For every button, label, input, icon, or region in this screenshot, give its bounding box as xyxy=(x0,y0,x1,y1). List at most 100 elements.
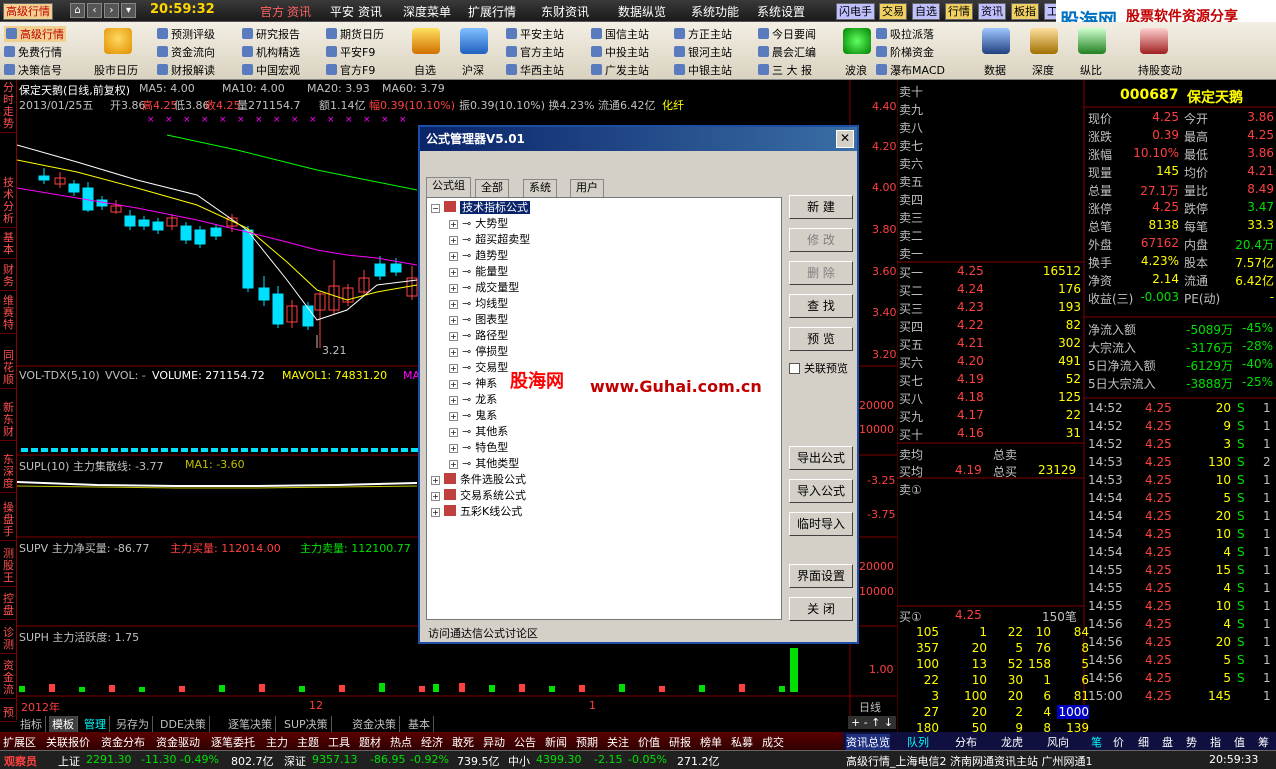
home-icon[interactable]: ⌂ xyxy=(70,3,85,18)
side-tab-2[interactable]: 基本 xyxy=(0,230,17,259)
indicator-tab-0[interactable]: 指标 xyxy=(17,716,46,732)
bottom-menu-3[interactable]: 资金驱动 xyxy=(156,734,200,750)
bottom-menu-18[interactable]: 研报 xyxy=(669,734,691,750)
expand-icon[interactable]: + xyxy=(449,364,458,373)
tree-item[interactable]: + ⊸ 均线型 xyxy=(449,296,508,311)
indicator-tab-1[interactable]: 模板 xyxy=(49,716,78,732)
tb-official-site[interactable]: 官方主站 xyxy=(506,44,564,60)
tb-compare[interactable]: 纵比 xyxy=(1080,62,1102,78)
bottom-menu-15[interactable]: 预期 xyxy=(576,734,598,750)
tb-huaxi-site[interactable]: 华西主站 xyxy=(506,62,564,78)
expand-icon[interactable]: + xyxy=(449,332,458,341)
tb-watchlist[interactable]: 自选 xyxy=(414,62,436,78)
tree-item[interactable]: + ⊸ 能量型 xyxy=(449,264,508,279)
tb-shsz[interactable]: 沪深 xyxy=(462,62,484,78)
expand-icon[interactable]: + xyxy=(449,428,458,437)
calendar-icon[interactable] xyxy=(104,28,132,54)
buy-level-label[interactable]: 买二 xyxy=(899,282,923,299)
sell-level-6[interactable]: 卖六 xyxy=(899,155,923,172)
tb-guoxin-site[interactable]: 国信主站 xyxy=(591,26,649,42)
tree-item[interactable]: + ⊸ 路径型 xyxy=(449,328,508,343)
expand-icon[interactable]: + xyxy=(449,284,458,293)
tab-shi[interactable]: 势 xyxy=(1186,734,1197,750)
expand-icon[interactable]: + xyxy=(449,348,458,357)
side-tab-7[interactable]: 东深度 xyxy=(0,452,17,493)
expand-icon[interactable]: + xyxy=(449,396,458,405)
tab-user[interactable]: 用户 xyxy=(570,179,604,197)
buy-level-label[interactable]: 买三 xyxy=(899,300,923,317)
day-line-label[interactable]: 日线 xyxy=(859,699,881,715)
edit-button[interactable]: 修 改 xyxy=(789,228,853,252)
expand-icon[interactable]: + xyxy=(431,476,440,485)
tb-holding-change[interactable]: 持股变动 xyxy=(1138,62,1182,78)
tb-pingan-f9[interactable]: 平安F9 xyxy=(326,44,375,60)
compare-icon[interactable] xyxy=(1078,28,1106,54)
tb-stock-calendar[interactable]: 股市日历 xyxy=(94,62,138,78)
tree-item[interactable]: + ⊸ 停损型 xyxy=(449,344,508,359)
tb-official-f9[interactable]: 官方F9 xyxy=(326,62,375,78)
bottom-menu-6[interactable]: 主题 xyxy=(297,734,319,750)
close-button[interactable]: 关 闭 xyxy=(789,597,853,621)
tb-waterfall[interactable]: 瀑布MACD xyxy=(876,62,945,78)
tb-wave[interactable]: 波浪 xyxy=(845,62,867,78)
tab-distribution[interactable]: 分布 xyxy=(955,734,977,750)
export-button[interactable]: 导出公式 xyxy=(789,446,853,470)
sell-level-9[interactable]: 卖九 xyxy=(899,101,923,118)
menu-pingan[interactable]: 平安 xyxy=(330,3,354,20)
side-tab-10[interactable]: 控盘 xyxy=(0,591,17,620)
indicator-tab-4[interactable]: DDE决策 xyxy=(157,716,210,732)
tab-watchlist[interactable]: 自选 xyxy=(912,3,940,20)
buy-level-label[interactable]: 买一 xyxy=(899,264,923,281)
tb-research[interactable]: 研究报告 xyxy=(242,26,300,42)
bottom-menu-17[interactable]: 价值 xyxy=(638,734,660,750)
tb-free-quote[interactable]: 免费行情 xyxy=(4,44,62,60)
bottom-menu-16[interactable]: 关注 xyxy=(607,734,629,750)
tb-guangfa-site[interactable]: 广发主站 xyxy=(591,62,649,78)
buy-level-label[interactable]: 买七 xyxy=(899,372,923,389)
side-tab-3[interactable]: 财务 xyxy=(0,262,17,291)
buy-level-label[interactable]: 买九 xyxy=(899,408,923,425)
tree-item[interactable]: + ⊸ 超买超卖型 xyxy=(449,232,530,247)
tab-board[interactable]: 板指 xyxy=(1011,3,1039,20)
tab-queue[interactable]: 队列 xyxy=(907,734,929,750)
bottom-menu-8[interactable]: 题材 xyxy=(359,734,381,750)
tree-item[interactable]: + ⊸ 神系 xyxy=(449,376,497,391)
buy-level-label[interactable]: 买八 xyxy=(899,390,923,407)
expand-icon[interactable]: + xyxy=(449,380,458,389)
tree-item[interactable]: + ⊸ 其他类型 xyxy=(449,456,519,471)
sell-level-7[interactable]: 卖七 xyxy=(899,137,923,154)
expand-icon[interactable]: + xyxy=(449,460,458,469)
tree-item[interactable]: + ⊸ 其他系 xyxy=(449,424,508,439)
tb-decision-signal[interactable]: 决策信号 xyxy=(4,62,62,78)
back-icon[interactable]: ‹ xyxy=(87,3,102,18)
tb-institution[interactable]: 机构精选 xyxy=(242,44,300,60)
menu-extend-quote[interactable]: 扩展行情 xyxy=(468,3,516,20)
tb-zhongtou-site[interactable]: 中投主站 xyxy=(591,44,649,60)
side-tab-12[interactable]: 资金流 xyxy=(0,658,17,699)
tree-group[interactable]: + 五彩K线公式 xyxy=(431,504,522,519)
buy-level-label[interactable]: 买六 xyxy=(899,354,923,371)
tab-all[interactable]: 全部 xyxy=(475,179,509,197)
sell-level-3[interactable]: 卖三 xyxy=(899,209,923,226)
data-icon[interactable] xyxy=(982,28,1010,54)
tree-item[interactable]: + ⊸ 图表型 xyxy=(449,312,508,327)
tree-group[interactable]: + 条件选股公式 xyxy=(431,472,526,487)
tab-dragon-tiger[interactable]: 龙虎 xyxy=(1001,734,1023,750)
bottom-menu-11[interactable]: 敢死 xyxy=(452,734,474,750)
indicator-tab-3[interactable]: 另存为 xyxy=(113,716,153,732)
expand-icon[interactable]: + xyxy=(449,236,458,245)
wave-icon[interactable] xyxy=(843,28,871,54)
buy-level-label[interactable]: 买十 xyxy=(899,426,923,443)
tb-futures-cal[interactable]: 期货日历 xyxy=(326,26,384,42)
tree-item[interactable]: + ⊸ 趋势型 xyxy=(449,248,508,263)
dropdown-icon[interactable]: ▾ xyxy=(121,3,136,18)
collapse-icon[interactable]: − xyxy=(431,204,440,213)
menu-system-func[interactable]: 系统功能 xyxy=(691,3,739,20)
indicator-tab-2[interactable]: 管理 xyxy=(81,716,110,732)
close-icon[interactable]: ✕ xyxy=(836,130,854,148)
buy-level-label[interactable]: 买四 xyxy=(899,318,923,335)
temp-import-button[interactable]: 临时导入 xyxy=(789,512,853,536)
bottom-menu-10[interactable]: 经济 xyxy=(421,734,443,750)
tab-news[interactable]: 资讯 xyxy=(978,3,1006,20)
menu-official[interactable]: 官方 xyxy=(260,3,284,20)
